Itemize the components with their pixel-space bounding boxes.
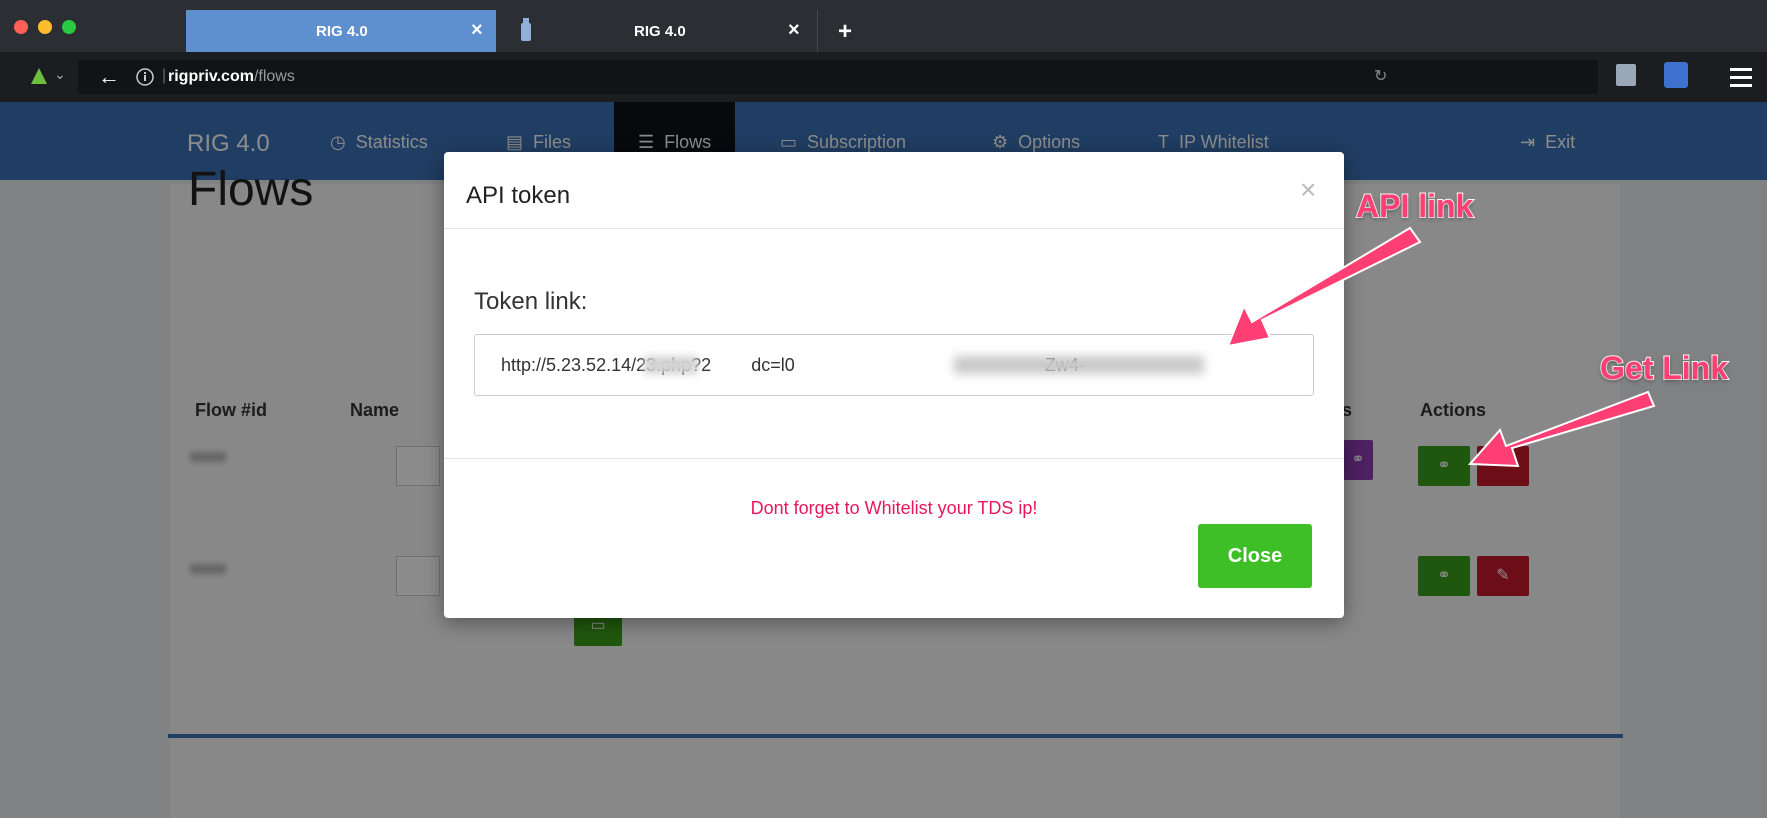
url-text: rigpriv.com/flows	[168, 68, 295, 86]
annotation-get-link: Get Link	[1599, 349, 1729, 387]
bottle-icon	[521, 18, 531, 41]
reload-icon[interactable]: ↻	[1374, 66, 1387, 86]
token-link-label: Token link:	[474, 288, 588, 315]
modal-header-divider	[444, 228, 1344, 229]
address-bar[interactable]: ← | ↻	[78, 60, 1598, 94]
new-tab-button[interactable]: +	[838, 18, 852, 46]
redacted-segment	[954, 356, 1204, 374]
redacted-segment	[644, 356, 698, 374]
tab-close-icon[interactable]: ×	[788, 19, 800, 42]
modal-close-icon[interactable]: ×	[1300, 174, 1316, 206]
whitelist-warning: Dont forget to Whitelist your TDS ip!	[750, 498, 1038, 518]
url-host: rigpriv.com	[168, 68, 254, 85]
url-divider: |	[162, 67, 167, 84]
annotation-api-link: API link	[1355, 187, 1474, 225]
close-button[interactable]: Close	[1198, 524, 1312, 588]
tab-close-icon[interactable]: ×	[471, 19, 483, 42]
minimize-window-button[interactable]	[38, 20, 52, 34]
info-icon[interactable]	[136, 68, 154, 86]
close-window-button[interactable]	[14, 20, 28, 34]
url-path: /flows	[253, 68, 295, 85]
browser-tab-1[interactable]: RIG 4.0 ×	[186, 10, 496, 52]
menu-icon[interactable]	[1730, 68, 1752, 87]
tab-title: RIG 4.0	[634, 23, 686, 40]
tab-title: RIG 4.0	[316, 23, 368, 40]
modal-footer-divider	[444, 458, 1344, 459]
back-arrow-icon[interactable]: ←	[98, 64, 120, 90]
addon-dropdown-icon[interactable]: ⌄	[54, 66, 66, 83]
browser-tab-2[interactable]: RIG 4.0 ×	[498, 10, 818, 52]
modal-title: API token	[466, 182, 571, 209]
maximize-window-button[interactable]	[62, 20, 76, 34]
addon-icon[interactable]	[28, 66, 50, 88]
extension-sg-icon[interactable]	[1664, 62, 1688, 88]
api-token-modal: API token × Token link: Dont forget to W…	[444, 152, 1344, 618]
browser-tab-bar: RIG 4.0 × RIG 4.0 × +	[0, 0, 1767, 52]
extension-s-icon[interactable]	[1616, 64, 1636, 86]
browser-toolbar: ⌄ ← | ↻ rigpriv.com/flows	[0, 52, 1767, 102]
